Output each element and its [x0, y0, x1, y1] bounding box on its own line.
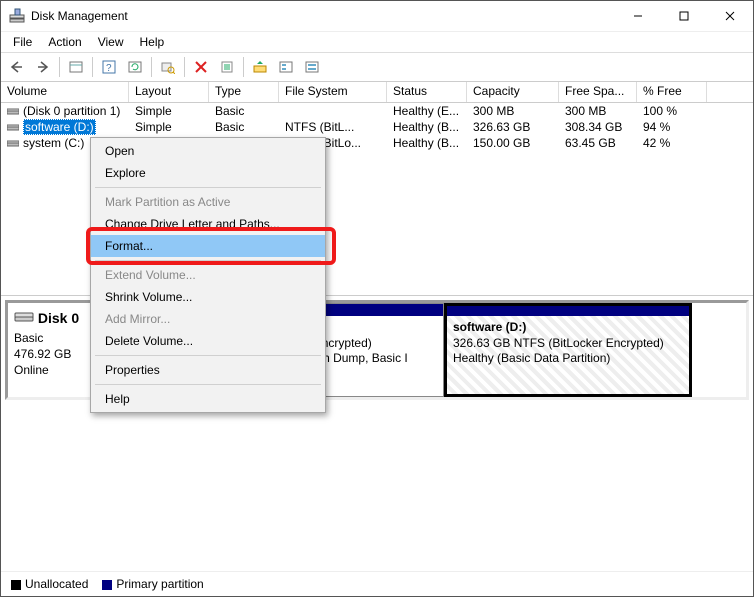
legend-swatch	[102, 580, 112, 590]
partition-color-bar	[447, 306, 689, 316]
context-menu-separator	[95, 384, 321, 385]
disk-management-icon	[9, 8, 25, 24]
volume-icon	[7, 121, 19, 133]
legend-item: Unallocated	[11, 577, 88, 591]
cell-status: Healthy (B...	[387, 136, 467, 150]
settings-button[interactable]	[156, 55, 180, 79]
volume-name: (Disk 0 partition 1)	[23, 104, 120, 118]
forward-button[interactable]	[31, 55, 55, 79]
context-menu-separator	[95, 260, 321, 261]
context-menu-item[interactable]: Shrink Volume...	[91, 286, 325, 308]
legend-item: Primary partition	[102, 577, 203, 591]
window-controls	[615, 1, 753, 31]
column-free-space[interactable]: Free Spa...	[559, 82, 637, 102]
maximize-button[interactable]	[661, 1, 707, 31]
context-menu-item[interactable]: Change Drive Letter and Paths...	[91, 213, 325, 235]
cell-type: Basic	[209, 104, 279, 118]
cell-type: Basic	[209, 120, 279, 134]
cell-free: 308.34 GB	[559, 120, 637, 134]
toolbar: ?	[1, 52, 753, 82]
disk-icon: Disk 0	[14, 309, 99, 328]
cell-free: 63.45 GB	[559, 136, 637, 150]
svg-text:?: ?	[106, 63, 112, 74]
volume-name: system (C:)	[23, 136, 84, 150]
disk-status: Online	[14, 362, 99, 378]
column-status[interactable]: Status	[387, 82, 467, 102]
context-menu-item: Add Mirror...	[91, 308, 325, 330]
rescan-disks-button[interactable]	[248, 55, 272, 79]
volume-icon	[7, 137, 19, 149]
back-button[interactable]	[5, 55, 29, 79]
volume-context-menu[interactable]: OpenExplore Mark Partition as ActiveChang…	[90, 137, 326, 413]
context-menu-separator	[95, 355, 321, 356]
cell-free: 300 MB	[559, 104, 637, 118]
refresh-button[interactable]	[123, 55, 147, 79]
titlebar: Disk Management	[1, 1, 753, 32]
cell-file-system: NTFS (BitL...	[279, 120, 387, 134]
partition-block[interactable]: software (D:)326.63 GB NTFS (BitLocker E…	[444, 303, 692, 397]
context-menu-item[interactable]: Help	[91, 388, 325, 410]
show-hide-console-tree-button[interactable]	[64, 55, 88, 79]
toolbar-separator	[59, 57, 60, 77]
disk-kind: Basic	[14, 330, 99, 346]
context-menu-separator	[95, 187, 321, 188]
column-percent-free[interactable]: % Free	[637, 82, 707, 102]
volume-name: software (D:)	[23, 119, 96, 135]
context-menu-item[interactable]: Open	[91, 140, 325, 162]
column-file-system[interactable]: File System	[279, 82, 387, 102]
help-button[interactable]: ?	[97, 55, 121, 79]
menubar: File Action View Help	[1, 32, 753, 52]
context-menu-item[interactable]: Explore	[91, 162, 325, 184]
volume-row[interactable]: software (D:) SimpleBasicNTFS (BitL...Hea…	[1, 119, 753, 135]
delete-button[interactable]	[189, 55, 213, 79]
cell-status: Healthy (B...	[387, 120, 467, 134]
disk-size: 476.92 GB	[14, 346, 99, 362]
minimize-button[interactable]	[615, 1, 661, 31]
graphical-view-button[interactable]	[300, 55, 324, 79]
cell-status: Healthy (E...	[387, 104, 467, 118]
disk-name: Disk 0	[38, 310, 79, 326]
legend: Unallocated Primary partition	[1, 571, 753, 596]
context-menu-item[interactable]: Delete Volume...	[91, 330, 325, 352]
context-menu-item: Mark Partition as Active	[91, 191, 325, 213]
menu-file[interactable]: File	[7, 33, 38, 51]
cell-capacity: 150.00 GB	[467, 136, 559, 150]
column-type[interactable]: Type	[209, 82, 279, 102]
properties-button[interactable]	[215, 55, 239, 79]
volume-grid-header[interactable]: Volume Layout Type File System Status Ca…	[1, 82, 753, 103]
window-title: Disk Management	[31, 9, 615, 23]
column-volume[interactable]: Volume	[1, 82, 129, 102]
cell-pct: 94 %	[637, 120, 707, 134]
volume-icon	[7, 105, 19, 117]
toolbar-separator	[151, 57, 152, 77]
partition-info: software (D:)326.63 GB NTFS (BitLocker E…	[447, 316, 689, 394]
toolbar-separator	[243, 57, 244, 77]
toolbar-separator	[92, 57, 93, 77]
cell-layout: Simple	[129, 104, 209, 118]
spacer	[1, 404, 753, 571]
context-menu-item[interactable]: Format...	[91, 235, 325, 257]
cell-capacity: 300 MB	[467, 104, 559, 118]
cell-layout: Simple	[129, 120, 209, 134]
column-layout[interactable]: Layout	[129, 82, 209, 102]
menu-view[interactable]: View	[92, 33, 130, 51]
legend-swatch	[11, 580, 21, 590]
column-capacity[interactable]: Capacity	[467, 82, 559, 102]
cell-capacity: 326.63 GB	[467, 120, 559, 134]
volume-row[interactable]: (Disk 0 partition 1) SimpleBasic Healthy (…	[1, 103, 753, 119]
toolbar-separator	[184, 57, 185, 77]
disk-list-view-button[interactable]	[274, 55, 298, 79]
close-button[interactable]	[707, 1, 753, 31]
menu-help[interactable]: Help	[134, 33, 171, 51]
menu-action[interactable]: Action	[42, 33, 87, 51]
context-menu-item[interactable]: Properties	[91, 359, 325, 381]
cell-pct: 42 %	[637, 136, 707, 150]
context-menu-item: Extend Volume...	[91, 264, 325, 286]
cell-pct: 100 %	[637, 104, 707, 118]
